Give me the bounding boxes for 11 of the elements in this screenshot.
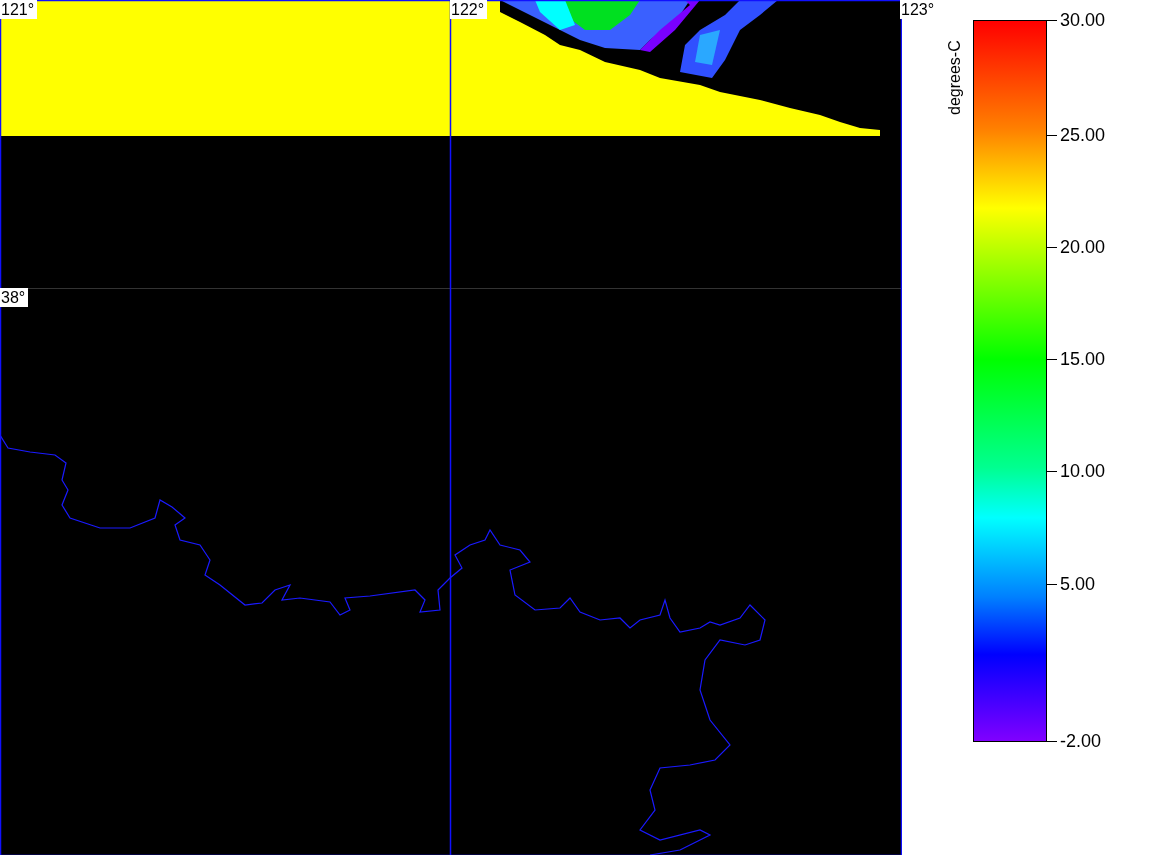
latitude-label: 38° (0, 288, 29, 307)
longitude-label: 122° (450, 0, 488, 19)
longitude-label: 121° (0, 0, 38, 19)
tick-label: -2.00 (1060, 730, 1102, 752)
tick-label: 15.00 (1060, 348, 1106, 370)
tick-label: 5.00 (1060, 573, 1096, 595)
tick-label: 20.00 (1060, 236, 1106, 258)
tick-label: 25.00 (1060, 124, 1106, 146)
colorbar-title: degrees-C (946, 40, 964, 115)
tick-label: 10.00 (1060, 460, 1106, 482)
tick-label: 30.00 (1060, 9, 1106, 31)
